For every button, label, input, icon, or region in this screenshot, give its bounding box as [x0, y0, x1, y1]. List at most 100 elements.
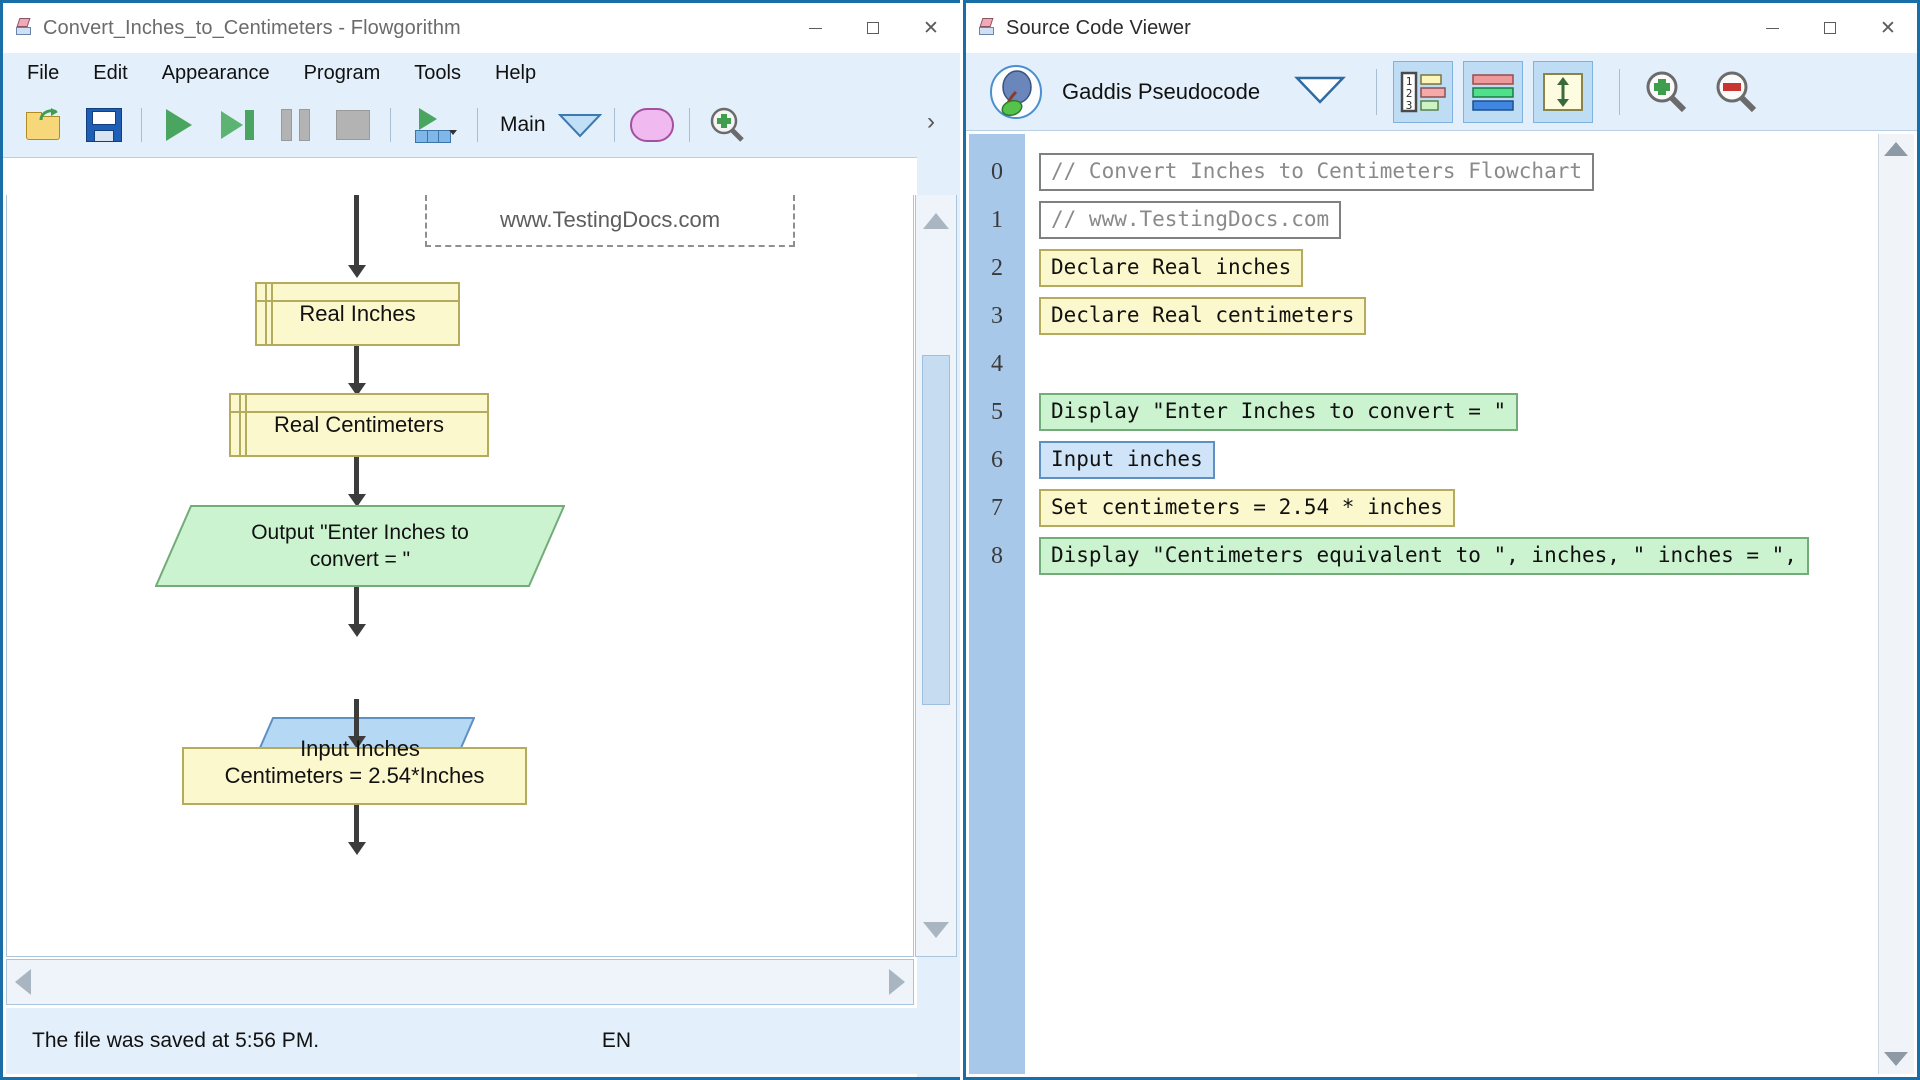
- left-statusbar: The file was saved at 5:56 PM. EN: [6, 1008, 957, 1074]
- run-to-cursor-button[interactable]: [399, 97, 469, 153]
- caret-left-icon[interactable]: [15, 969, 31, 995]
- chevron-right-icon[interactable]: ›: [927, 108, 935, 136]
- zoom-in-icon: [1643, 69, 1689, 115]
- scroll-up-button[interactable]: [916, 201, 956, 241]
- code-line[interactable]: Display "Centimeters equivalent to ", in…: [1025, 532, 1914, 580]
- close-button[interactable]: ✕: [902, 3, 960, 53]
- color-bars-icon: [1470, 71, 1516, 113]
- toggle-line-spacing-button[interactable]: [1533, 61, 1593, 123]
- stop-button[interactable]: [324, 97, 382, 153]
- line-number: 4: [969, 340, 1025, 388]
- caret-up-icon: [923, 213, 949, 229]
- status-message: The file was saved at 5:56 PM.: [32, 1029, 319, 1053]
- minimize-button[interactable]: [1743, 3, 1801, 53]
- zoom-in-icon: [708, 106, 746, 144]
- status-language: EN: [602, 1029, 631, 1053]
- line-number: 3: [969, 292, 1025, 340]
- menu-file[interactable]: File: [23, 60, 63, 87]
- zoom-out-button[interactable]: [1706, 61, 1766, 123]
- toggle-syntax-colors-button[interactable]: [1463, 61, 1523, 123]
- line-numbers-icon: 1 2 3: [1400, 71, 1446, 113]
- scroll-down-button[interactable]: [916, 910, 956, 950]
- code-line[interactable]: // www.TestingDocs.com: [1025, 196, 1914, 244]
- svg-text:3: 3: [1406, 99, 1413, 112]
- code-line[interactable]: Display "Enter Inches to convert = ": [1025, 388, 1914, 436]
- caret-down-icon[interactable]: [1884, 1052, 1908, 1066]
- left-toolbar: Main: [3, 93, 960, 158]
- flowgorithm-icon: [15, 18, 35, 38]
- code-line[interactable]: Declare Real centimeters: [1025, 292, 1914, 340]
- pause-button[interactable]: [266, 97, 324, 153]
- connector: [354, 457, 359, 499]
- save-icon: [86, 108, 122, 142]
- right-toolbar: Gaddis Pseudocode 1 2 3: [966, 53, 1917, 131]
- zoom-in-button[interactable]: [698, 97, 756, 153]
- line-number: 2: [969, 244, 1025, 292]
- pause-icon: [281, 109, 310, 141]
- scrollbar-thumb[interactable]: [922, 355, 950, 705]
- menu-tools[interactable]: Tools: [410, 60, 465, 87]
- code-text: [1039, 359, 1059, 369]
- canvas-horizontal-scrollbar[interactable]: [6, 959, 914, 1005]
- chevron-down-icon: [1294, 74, 1346, 104]
- node-label: Output "Enter Inches to convert = ": [155, 505, 565, 587]
- menu-edit[interactable]: Edit: [89, 60, 131, 87]
- open-button[interactable]: [17, 97, 75, 153]
- caret-down-icon: [923, 922, 949, 938]
- line-spacing-icon: [1540, 71, 1586, 113]
- step-button[interactable]: [208, 97, 266, 153]
- node-declare-centimeters[interactable]: Real Centimeters: [229, 393, 489, 457]
- code-line[interactable]: [1025, 340, 1914, 388]
- zoom-in-button[interactable]: [1636, 61, 1696, 123]
- connector: [354, 587, 359, 629]
- code-line[interactable]: // Convert Inches to Centimeters Flowcha…: [1025, 148, 1914, 196]
- code-vertical-scrollbar[interactable]: [1878, 134, 1914, 1074]
- code-text: Display "Centimeters equivalent to ", in…: [1039, 537, 1809, 574]
- left-menubar: File Edit Appearance Program Tools Help: [3, 53, 960, 93]
- caret-up-icon[interactable]: [1884, 142, 1908, 156]
- connector-arrowhead: [348, 265, 366, 278]
- toolbar-separator-3: [477, 108, 478, 142]
- menu-help[interactable]: Help: [491, 60, 540, 87]
- node-output-prompt[interactable]: Output "Enter Inches to convert = ": [155, 505, 565, 587]
- close-button[interactable]: ✕: [1859, 3, 1917, 53]
- line-number: 0: [969, 148, 1025, 196]
- flowchart-canvas[interactable]: www.TestingDocs.com Real Inches Real Cen…: [6, 195, 914, 957]
- maximize-button[interactable]: [1801, 3, 1859, 53]
- code-line[interactable]: Set centimeters = 2.54 * inches: [1025, 484, 1914, 532]
- caret-right-icon[interactable]: [889, 969, 905, 995]
- scope-label: Main: [500, 113, 546, 137]
- code-viewer[interactable]: 0 1 2 3 4 5 6 7 8 // Convert Inches to C…: [969, 134, 1914, 1074]
- scope-dropdown-button[interactable]: [554, 97, 606, 153]
- right-window-controls: ✕: [1743, 3, 1917, 53]
- toolbar-separator-2: [1619, 69, 1620, 115]
- code-line[interactable]: Declare Real inches: [1025, 244, 1914, 292]
- toolbar-separator-2: [390, 108, 391, 142]
- line-number: 1: [969, 196, 1025, 244]
- language-name: Gaddis Pseudocode: [1062, 79, 1260, 105]
- menu-appearance[interactable]: Appearance: [158, 60, 274, 87]
- run-icon: [166, 109, 192, 141]
- node-declare-inches[interactable]: Real Inches: [255, 282, 460, 346]
- toggle-line-numbers-button[interactable]: 1 2 3: [1393, 61, 1453, 123]
- run-button[interactable]: [150, 97, 208, 153]
- shape-style-button[interactable]: [623, 97, 681, 153]
- screen: Convert_Inches_to_Centimeters - Flowgori…: [0, 0, 1920, 1080]
- zoom-out-icon: [1713, 69, 1759, 115]
- save-button[interactable]: [75, 97, 133, 153]
- language-dropdown-button[interactable]: [1294, 74, 1346, 109]
- code-line[interactable]: Input inches: [1025, 436, 1914, 484]
- code-text: Declare Real centimeters: [1039, 297, 1366, 334]
- flowgorithm-icon: [978, 18, 998, 38]
- canvas-vertical-scrollbar[interactable]: [915, 195, 957, 957]
- menu-program[interactable]: Program: [300, 60, 385, 87]
- maximize-button[interactable]: [844, 3, 902, 53]
- language-avatar-icon: [988, 64, 1044, 120]
- code-text: Display "Enter Inches to convert = ": [1039, 393, 1518, 430]
- chevron-down-icon: [558, 112, 602, 138]
- chevron-down-icon: [449, 130, 457, 135]
- source-code-viewer-window: Source Code Viewer ✕ Gaddis Pseudocode: [963, 0, 1920, 1080]
- connector: [354, 346, 359, 388]
- minimize-button[interactable]: [786, 3, 844, 53]
- open-folder-icon: [26, 108, 66, 142]
